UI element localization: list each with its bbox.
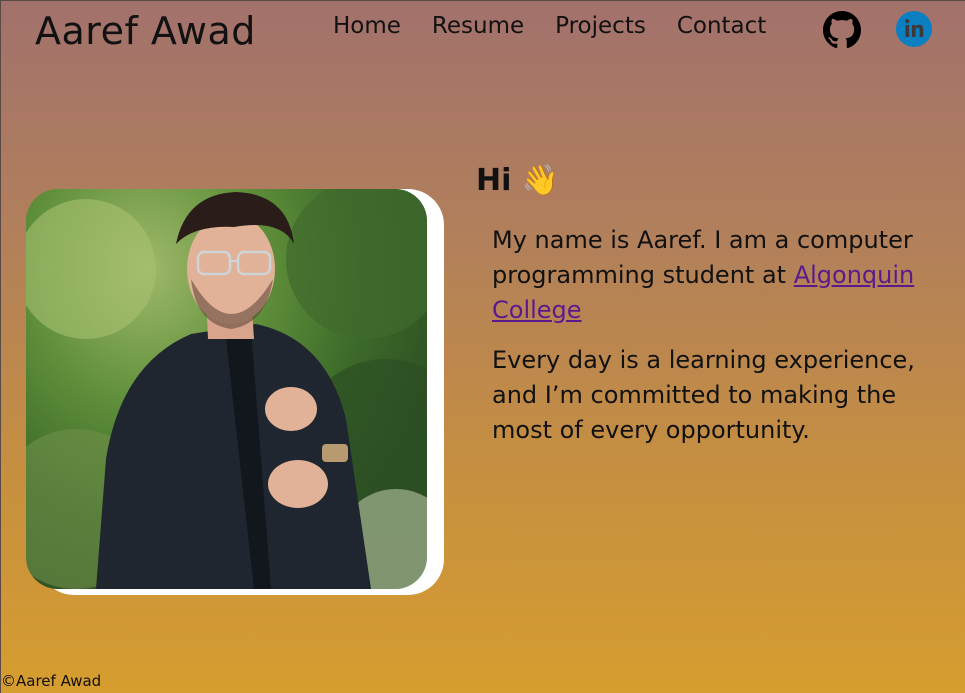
github-link[interactable] <box>823 11 861 49</box>
footer-copyright: ©Aaref Awad <box>1 672 102 690</box>
intro-text: My name is Aaref. I am a computer progra… <box>492 223 932 463</box>
linkedin-link[interactable] <box>895 10 933 48</box>
greeting-heading: Hi 👋 <box>476 163 560 198</box>
profile-photo-frame <box>26 189 444 595</box>
nav-contact-link[interactable]: Contact <box>677 11 766 41</box>
nav-projects-link[interactable]: Projects <box>555 11 646 41</box>
linkedin-icon <box>896 11 932 47</box>
main-nav: Home Resume Projects Contact <box>333 11 797 41</box>
profile-photo <box>26 189 427 589</box>
intro-paragraph-1: My name is Aaref. I am a computer progra… <box>492 223 932 328</box>
site-title: Aaref Awad <box>35 9 256 53</box>
nav-resume-link[interactable]: Resume <box>432 11 524 41</box>
nav-home-link[interactable]: Home <box>333 11 401 41</box>
intro-paragraph-2: Every day is a learning experience, and … <box>492 346 915 444</box>
github-icon <box>823 11 861 49</box>
